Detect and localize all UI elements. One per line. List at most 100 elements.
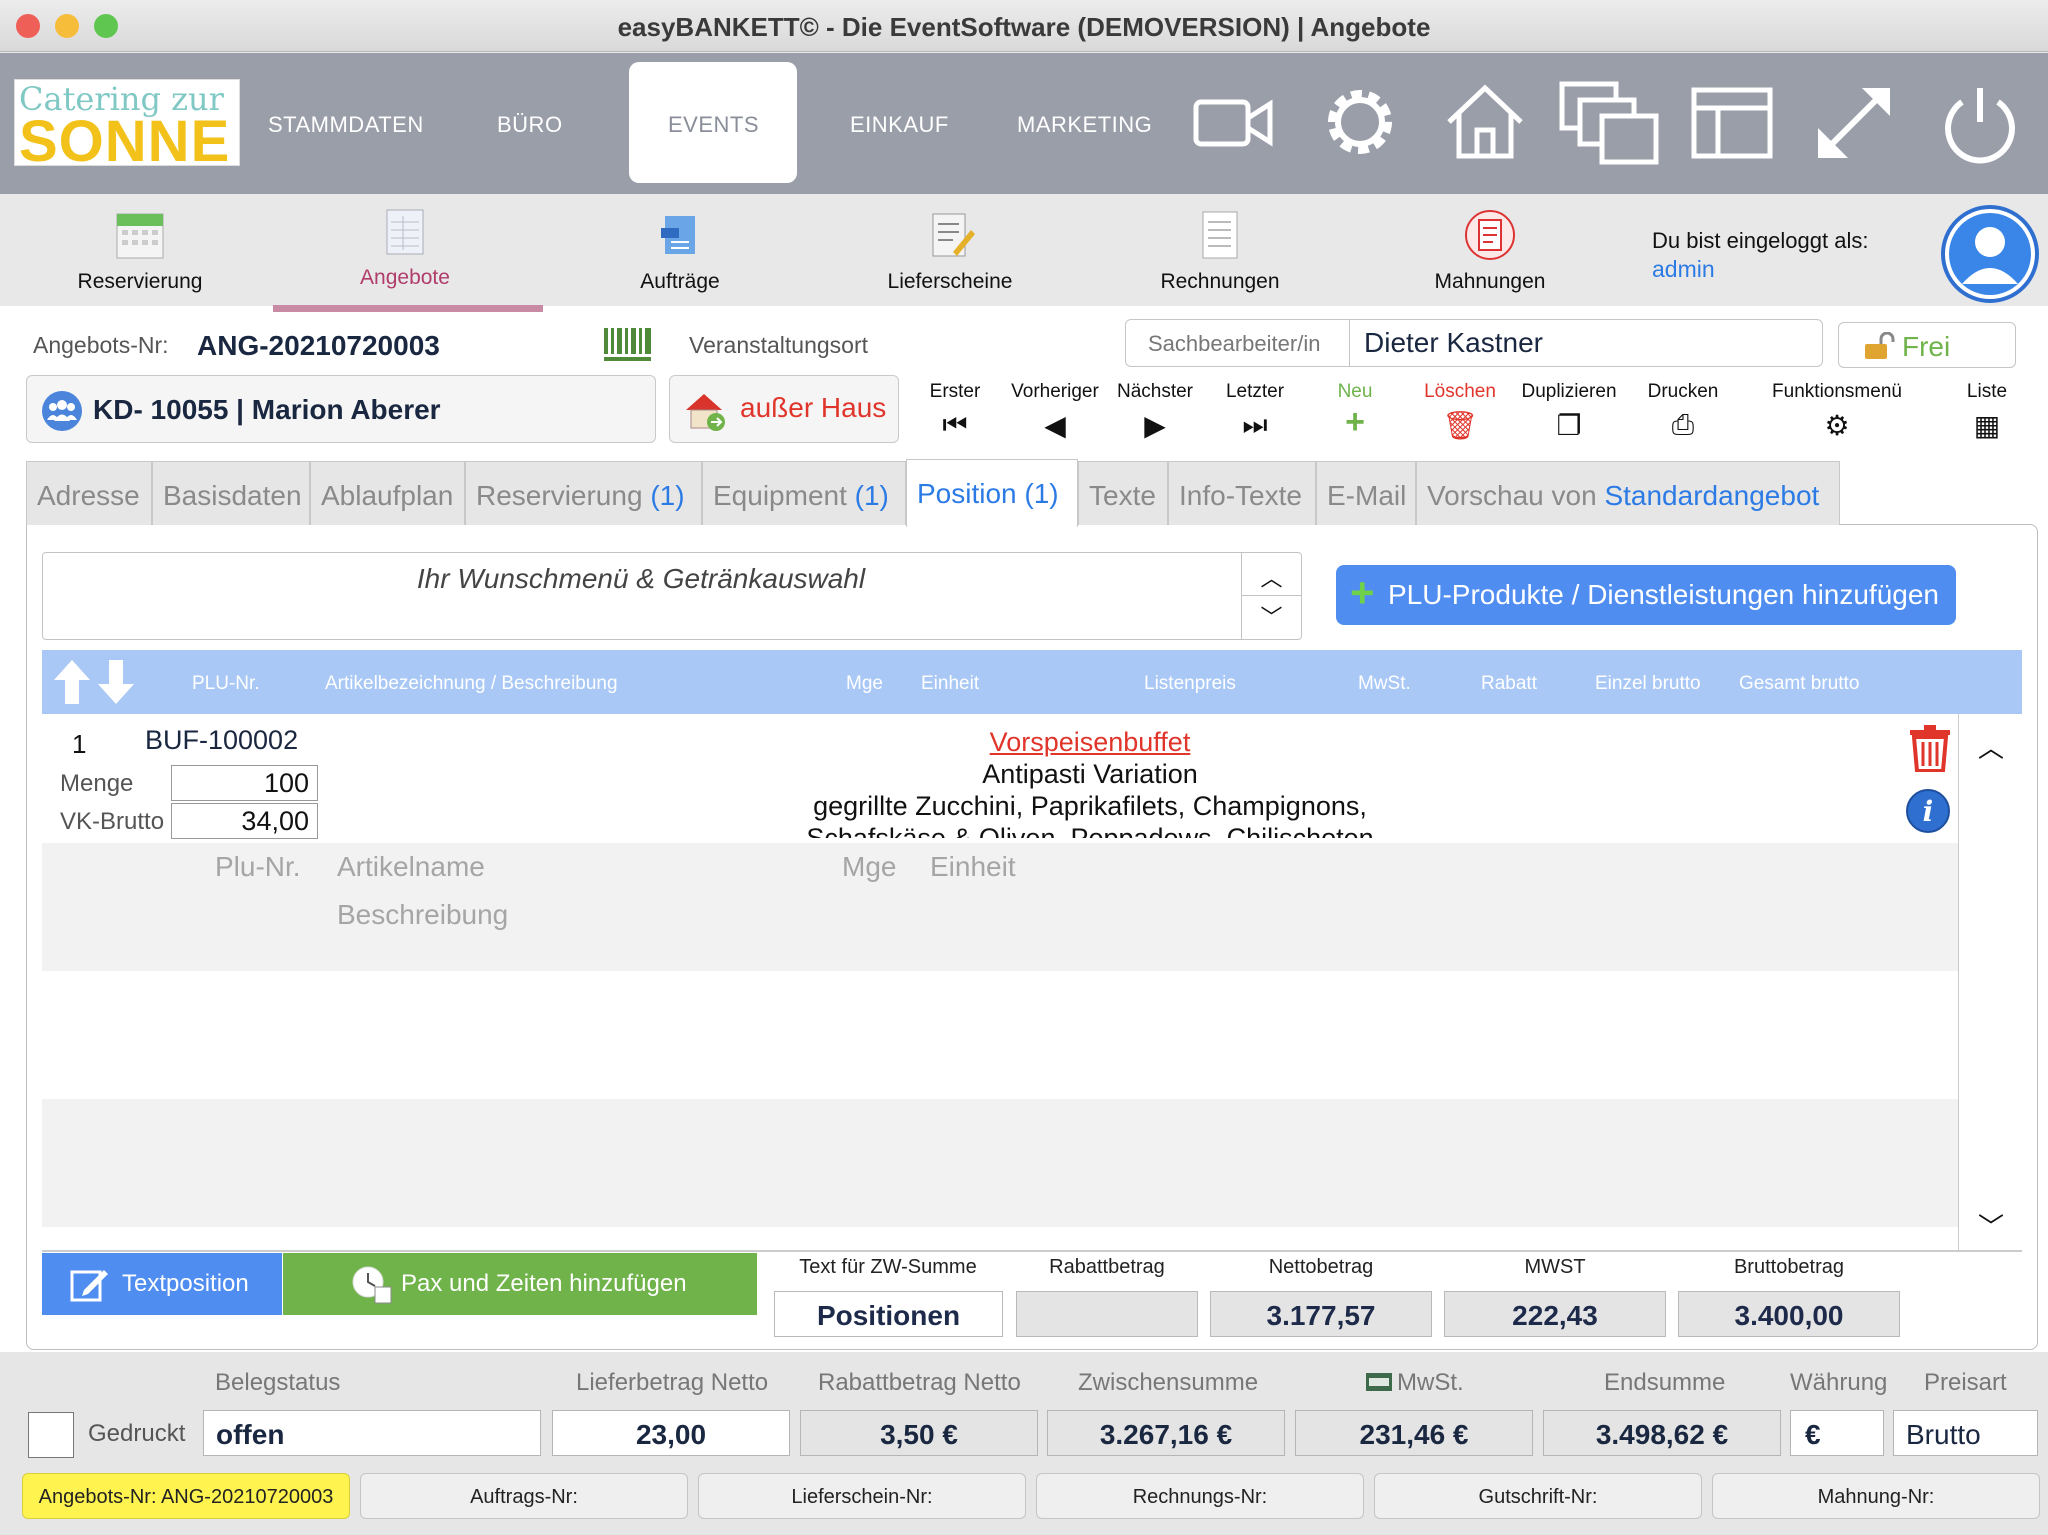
plus-icon: + bbox=[1345, 403, 1365, 441]
lock-status-button[interactable]: Frei bbox=[1838, 322, 2016, 368]
preisart-field[interactable]: Brutto bbox=[1893, 1410, 2038, 1456]
video-icon[interactable] bbox=[1192, 80, 1276, 164]
mahnung-nr-ref[interactable]: Mahnung-Nr: bbox=[1712, 1473, 2040, 1519]
sachbearbeiter-label: Sachbearbeiter/in bbox=[1126, 320, 1350, 366]
subnav-label: Lieferscheine bbox=[887, 270, 1013, 293]
print-button[interactable]: Drucken ⎙ bbox=[1638, 381, 1728, 442]
lieferschein-nr-ref[interactable]: Lieferschein-Nr: bbox=[698, 1473, 1026, 1519]
last-record-button[interactable]: Letzter ⏭ bbox=[1210, 381, 1300, 442]
tax-icon bbox=[1366, 1373, 1392, 1391]
nav-marketing[interactable]: MARKETING bbox=[1017, 112, 1152, 138]
column-header: Einheit bbox=[921, 673, 980, 694]
tab-adresse[interactable]: Adresse bbox=[26, 461, 152, 525]
nav-einkauf[interactable]: EINKAUF bbox=[850, 112, 949, 138]
subnav-mahnungen[interactable]: Mahnungen bbox=[1410, 208, 1570, 294]
gedruckt-checkbox[interactable] bbox=[28, 1412, 74, 1458]
plus-icon: + bbox=[1350, 569, 1375, 616]
tab-basisdaten[interactable]: Basisdaten bbox=[152, 461, 310, 525]
tab-texte[interactable]: Texte bbox=[1078, 461, 1168, 525]
rabattbetrag-label: Rabattbetrag bbox=[1049, 1256, 1165, 1278]
new-article-name-placeholder[interactable]: Artikelname bbox=[337, 851, 485, 883]
list-view-button[interactable]: Liste ▦ bbox=[1942, 381, 2032, 442]
trash-icon[interactable] bbox=[1908, 724, 1952, 772]
info-icon[interactable]: i bbox=[1905, 788, 1951, 834]
subnav-angebote[interactable]: Angebote bbox=[330, 206, 480, 290]
subnav-label: Angebote bbox=[360, 266, 450, 289]
list-view-label: Liste bbox=[1966, 381, 2008, 402]
chevron-down-icon[interactable]: ﹀ bbox=[1242, 596, 1301, 639]
new-description-placeholder[interactable]: Beschreibung bbox=[337, 899, 508, 931]
add-plu-products-label: PLU-Produkte / Dienstleistungen hinzufüg… bbox=[1388, 579, 1940, 610]
rabattbetrag-field bbox=[1016, 1291, 1198, 1337]
new-plu-placeholder[interactable]: Plu-Nr. bbox=[215, 851, 301, 883]
tab-position[interactable]: Position (1) bbox=[906, 459, 1078, 527]
nav-stammdaten[interactable]: STAMMDATEN bbox=[268, 112, 424, 138]
avatar[interactable] bbox=[1940, 204, 2040, 304]
chevron-down-icon[interactable]: ﹀ bbox=[1959, 1207, 2023, 1244]
fullscreen-icon[interactable] bbox=[1812, 80, 1896, 164]
next-record-button[interactable]: Nächster ▶ bbox=[1110, 381, 1200, 442]
home-icon[interactable] bbox=[1443, 80, 1527, 164]
nav-events[interactable]: EVENTS bbox=[668, 112, 759, 138]
new-record-button[interactable]: Neu + bbox=[1310, 381, 1400, 442]
previous-record-button[interactable]: Vorheriger ◀ bbox=[1010, 381, 1100, 442]
duplicate-record-label: Duplizieren bbox=[1521, 381, 1617, 402]
customer-field[interactable]: KD- 10055 | Marion Aberer bbox=[26, 375, 656, 443]
vk-brutto-input[interactable]: 34,00 bbox=[171, 803, 318, 839]
lieferbetrag-field[interactable]: 23,00 bbox=[552, 1410, 790, 1456]
sachbearbeiter-field[interactable]: Sachbearbeiter/in Dieter Kastner bbox=[1125, 319, 1823, 367]
tab-label: Ablaufplan bbox=[321, 480, 454, 511]
add-plu-products-button[interactable]: + PLU-Produkte / Dienstleistungen hinzuf… bbox=[1336, 565, 1956, 625]
rechnungs-nr-ref[interactable]: Rechnungs-Nr: bbox=[1036, 1473, 1364, 1519]
nav-buero[interactable]: BÜRO bbox=[497, 112, 563, 138]
menu-title-field[interactable]: Ihr Wunschmenü & Getränkauswahl ︿ ﹀ bbox=[42, 552, 1302, 640]
column-header: MwSt. bbox=[1358, 673, 1411, 694]
gedruckt-label: Gedruckt bbox=[88, 1420, 186, 1447]
event-location-button[interactable]: außer Haus bbox=[669, 375, 899, 443]
gutschrift-nr-ref[interactable]: Gutschrift-Nr: bbox=[1374, 1473, 1702, 1519]
table-scrollbar[interactable]: ︿ ﹀ bbox=[1958, 714, 2022, 1252]
row-description-line: Antipasti Variation bbox=[982, 759, 1198, 789]
menge-input[interactable]: 100 bbox=[171, 765, 318, 801]
subnav-reservierung[interactable]: Reservierung bbox=[60, 208, 220, 294]
sachbearbeiter-value: Dieter Kastner bbox=[1364, 327, 1543, 358]
tab-email[interactable]: E-Mail bbox=[1316, 461, 1416, 525]
layout-icon[interactable] bbox=[1690, 80, 1774, 164]
chevron-up-icon[interactable]: ︿ bbox=[1959, 728, 2023, 765]
subnav-lieferscheine[interactable]: Lieferscheine bbox=[870, 208, 1030, 294]
tab-vorschau[interactable]: Vorschau von Standardangebot bbox=[1416, 461, 1840, 525]
skip-first-icon: ⏮ bbox=[942, 409, 968, 440]
pax-zeiten-button[interactable]: Pax und Zeiten hinzufügen bbox=[283, 1253, 757, 1315]
chevron-up-icon[interactable]: ︿ bbox=[1242, 553, 1301, 596]
zw-summe-field[interactable]: Positionen bbox=[774, 1291, 1003, 1337]
angebots-nr-ref[interactable]: Angebots-Nr: ANG-20210720003 bbox=[22, 1473, 350, 1519]
row-description[interactable]: Vorspeisenbuffet Antipasti Variation geg… bbox=[600, 726, 1580, 838]
waehrung-field[interactable]: € bbox=[1790, 1410, 1884, 1456]
row-article-title[interactable]: Vorspeisenbuffet bbox=[600, 726, 1580, 758]
tab-equipment[interactable]: Equipment (1) bbox=[702, 461, 906, 525]
subnav-rechnungen[interactable]: Rechnungen bbox=[1140, 208, 1300, 294]
menu-title-stepper: ︿ ﹀ bbox=[1241, 553, 1301, 639]
subnav-auftraege[interactable]: Aufträge bbox=[600, 208, 760, 294]
power-icon[interactable] bbox=[1938, 82, 2022, 166]
barcode-icon[interactable] bbox=[603, 326, 653, 364]
auftrags-nr-ref[interactable]: Auftrags-Nr: bbox=[360, 1473, 688, 1519]
tab-reservierung[interactable]: Reservierung (1) bbox=[465, 461, 702, 525]
duplicate-record-button[interactable]: Duplizieren ❐ bbox=[1516, 381, 1622, 442]
sort-arrows-icon[interactable] bbox=[50, 658, 140, 706]
belegstatus-field[interactable]: offen bbox=[203, 1410, 541, 1456]
tab-info-texte[interactable]: Info-Texte bbox=[1168, 461, 1316, 525]
delete-record-button[interactable]: Löschen 🗑 bbox=[1415, 381, 1505, 442]
tab-ablaufplan[interactable]: Ablaufplan bbox=[310, 461, 465, 525]
new-quantity-placeholder[interactable]: Mge bbox=[842, 851, 896, 883]
gear-icon[interactable] bbox=[1318, 80, 1402, 164]
subnav-label: Aufträge bbox=[640, 270, 720, 293]
first-record-button[interactable]: Erster ⏮ bbox=[910, 381, 1000, 442]
windows-icon[interactable] bbox=[1558, 80, 1666, 168]
function-menu-button[interactable]: Funktionsmenü ⚙ bbox=[1762, 381, 1912, 442]
event-location-value: außer Haus bbox=[740, 392, 887, 423]
new-unit-placeholder[interactable]: Einheit bbox=[930, 851, 1016, 883]
belegstatus-label: Belegstatus bbox=[215, 1369, 341, 1396]
cog-icon: ⚙ bbox=[1824, 410, 1850, 441]
textposition-button[interactable]: Textposition bbox=[42, 1253, 282, 1315]
